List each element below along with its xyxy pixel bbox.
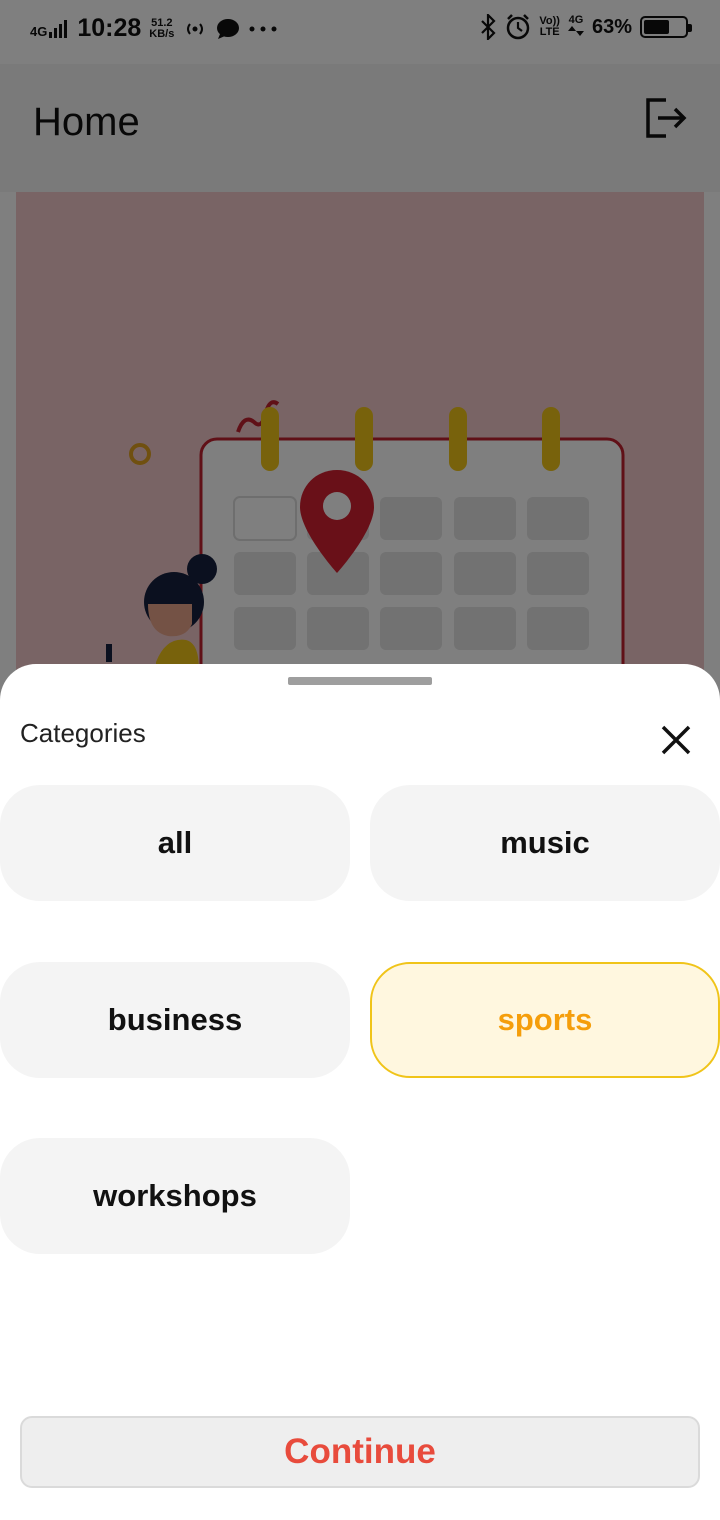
close-button[interactable] [652, 716, 700, 764]
close-icon [661, 725, 691, 755]
sheet-title: Categories [20, 718, 146, 748]
categories-bottom-sheet: Categories all music business sports wor… [0, 664, 720, 1520]
continue-button-label: Continue [284, 1432, 436, 1471]
category-chip-workshops[interactable]: workshops [0, 1138, 350, 1254]
category-chip-label: music [500, 825, 590, 860]
category-chip-label: business [107, 1002, 243, 1037]
drag-handle[interactable] [288, 677, 432, 685]
continue-button[interactable]: Continue [20, 1416, 700, 1488]
category-chip-business[interactable]: business [0, 962, 350, 1078]
category-chip-label: all [157, 825, 193, 860]
category-chip-all[interactable]: all [0, 785, 350, 901]
category-chip-label: workshops [93, 1178, 257, 1213]
category-chip-music[interactable]: music [370, 785, 720, 901]
category-chip-label: sports [497, 1002, 593, 1037]
category-chip-sports[interactable]: sports [370, 962, 720, 1078]
